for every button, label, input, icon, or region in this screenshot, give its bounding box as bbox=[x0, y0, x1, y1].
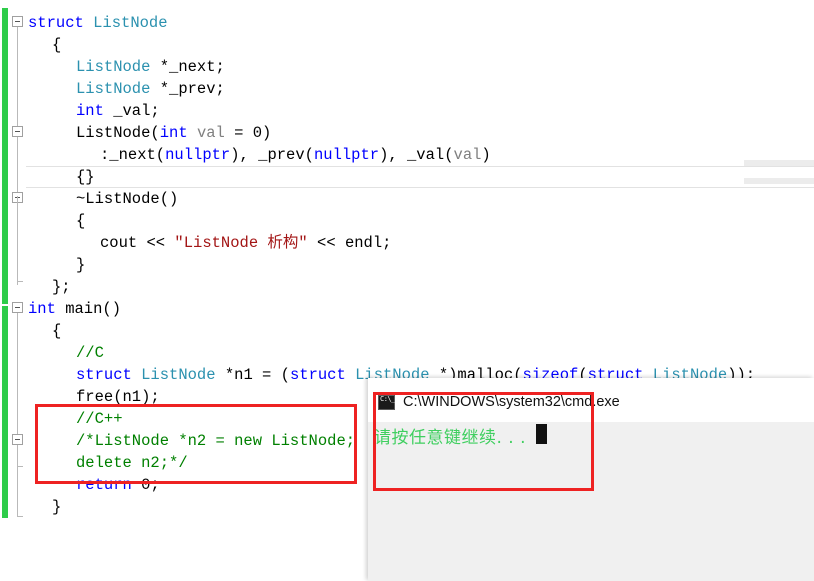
code-token: } bbox=[52, 498, 62, 516]
code-line: struct ListNode bbox=[28, 12, 168, 34]
code-token: << endl; bbox=[307, 234, 392, 252]
collapse-toggle-constructor[interactable] bbox=[12, 126, 23, 137]
change-bar-bottom bbox=[2, 306, 8, 518]
code-line: :_next(nullptr), _prev(nullptr), _val(va… bbox=[100, 144, 491, 166]
code-line: ListNode *_next; bbox=[76, 56, 225, 78]
code-token: :_next( bbox=[100, 146, 166, 164]
code-line: ~ListNode() bbox=[76, 188, 178, 210]
outline-guide-main bbox=[17, 313, 23, 517]
code-token: { bbox=[52, 322, 62, 340]
code-line: { bbox=[52, 320, 61, 342]
code-token: }; bbox=[52, 278, 71, 296]
code-token: main() bbox=[55, 300, 122, 318]
code-token: ListNode( bbox=[76, 124, 160, 142]
outlining-column[interactable] bbox=[10, 0, 28, 581]
annotation-console-output-highlight bbox=[373, 392, 594, 491]
code-token: "ListNode 析构" bbox=[174, 234, 308, 252]
code-token: int bbox=[28, 300, 56, 318]
code-token: *_prev; bbox=[150, 80, 225, 98]
code-line: { bbox=[76, 210, 85, 232]
code-token: _val; bbox=[103, 102, 160, 120]
code-token: struct bbox=[289, 366, 346, 384]
code-token: ), _val( bbox=[379, 146, 454, 164]
outline-guide-struct-end bbox=[17, 196, 23, 282]
code-line: ListNode *_prev; bbox=[76, 78, 225, 100]
code-line: }; bbox=[52, 276, 71, 298]
code-token: nullptr bbox=[313, 146, 380, 164]
code-token: ) bbox=[481, 146, 491, 164]
code-token: } bbox=[76, 256, 86, 274]
code-token: {} bbox=[76, 168, 95, 186]
editor-separator-2 bbox=[744, 178, 814, 184]
code-line: cout << "ListNode 析构" << endl; bbox=[100, 232, 391, 254]
outline-guide-block bbox=[17, 445, 23, 467]
code-token: *n1 = ( bbox=[215, 366, 290, 384]
code-token: { bbox=[52, 36, 62, 54]
code-token: *_next; bbox=[150, 58, 225, 76]
editor-separator-1 bbox=[744, 160, 814, 166]
collapse-toggle-main[interactable] bbox=[12, 302, 23, 313]
code-token: //C bbox=[76, 344, 104, 362]
code-line: //C bbox=[76, 342, 104, 364]
code-token: struct bbox=[76, 366, 132, 384]
code-token: ListNode bbox=[93, 14, 168, 32]
annotation-code-comment-highlight bbox=[35, 404, 357, 484]
code-token: cout << bbox=[100, 234, 175, 252]
current-line-highlight bbox=[26, 166, 814, 188]
collapse-toggle-block[interactable] bbox=[12, 434, 23, 445]
code-line: ListNode(int val = 0) bbox=[76, 122, 271, 144]
code-token: int bbox=[76, 102, 104, 120]
collapse-toggle-struct[interactable] bbox=[12, 16, 23, 27]
code-line: } bbox=[52, 496, 61, 518]
code-token: val bbox=[196, 124, 225, 142]
code-token: struct bbox=[28, 14, 94, 32]
code-token: int bbox=[159, 124, 188, 142]
code-line: { bbox=[52, 34, 61, 56]
code-token: ListNode bbox=[141, 366, 216, 384]
code-line: {} bbox=[76, 166, 95, 188]
code-token: = 0) bbox=[224, 124, 272, 142]
code-token: nullptr bbox=[165, 146, 231, 164]
code-line: int _val; bbox=[76, 100, 160, 122]
code-token: ListNode bbox=[76, 80, 151, 98]
code-token: ~ListNode() bbox=[76, 190, 179, 208]
code-token: { bbox=[76, 212, 86, 230]
code-token: ), _prev( bbox=[230, 146, 314, 164]
code-token: ListNode bbox=[76, 58, 151, 76]
code-line: int main() bbox=[28, 298, 121, 320]
code-line: } bbox=[76, 254, 85, 276]
code-token: val bbox=[453, 146, 482, 164]
change-bar-top bbox=[2, 8, 8, 304]
